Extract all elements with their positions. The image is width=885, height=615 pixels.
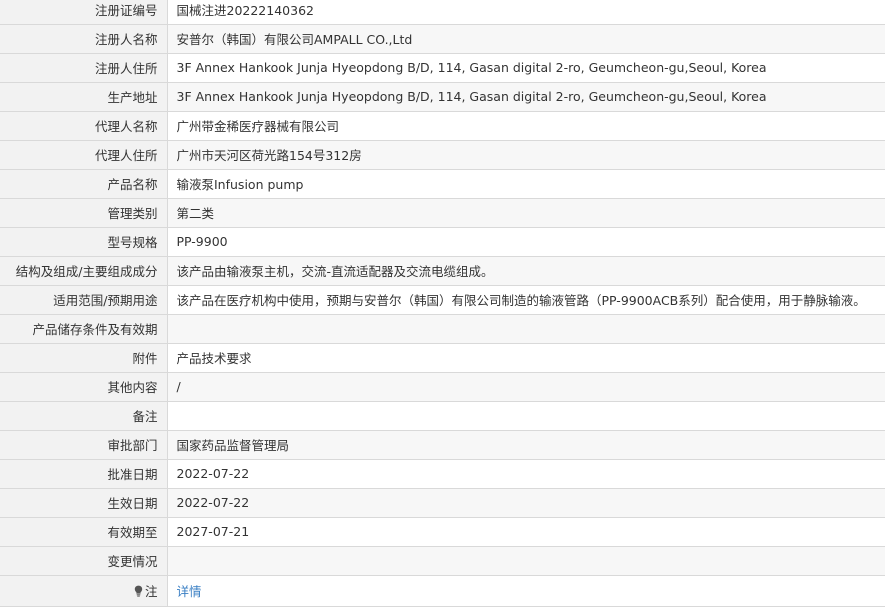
- table-row: 注册证编号 国械注进20222140362: [0, 0, 885, 25]
- field-value: 3F Annex Hankook Junja Hyeopdong B/D, 11…: [167, 82, 885, 112]
- field-label: 有效期至: [0, 517, 168, 547]
- table-row: 管理类别 第二类: [0, 198, 885, 228]
- field-label: 注册人住所: [0, 53, 168, 83]
- lightbulb-icon: [134, 585, 143, 597]
- field-label: 生效日期: [0, 488, 168, 518]
- field-value: /: [167, 372, 885, 402]
- table-row: 代理人名称 广州带金稀医疗器械有限公司: [0, 111, 885, 141]
- note-row: 注 详情: [0, 575, 885, 607]
- table-row: 型号规格 PP-9900: [0, 227, 885, 257]
- field-label: 代理人住所: [0, 140, 168, 170]
- field-value: 该产品在医疗机构中使用，预期与安普尔（韩国）有限公司制造的输液管路（PP-990…: [167, 285, 885, 315]
- field-label: 备注: [0, 401, 168, 431]
- field-value: 2027-07-21: [167, 517, 885, 547]
- field-value: 安普尔（韩国）有限公司AMPALL CO.,Ltd: [167, 24, 885, 54]
- field-value: 广州带金稀医疗器械有限公司: [167, 111, 885, 141]
- field-value: 2022-07-22: [167, 488, 885, 518]
- field-value: 第二类: [167, 198, 885, 228]
- registration-table: 注册证编号 国械注进20222140362 注册人名称 安普尔（韩国）有限公司A…: [0, 0, 885, 607]
- table-row: 适用范围/预期用途 该产品在医疗机构中使用，预期与安普尔（韩国）有限公司制造的输…: [0, 285, 885, 315]
- field-label: 附件: [0, 343, 168, 373]
- field-value: 产品技术要求: [167, 343, 885, 373]
- field-value: [167, 401, 885, 431]
- details-link[interactable]: 详情: [177, 584, 202, 599]
- table-row: 其他内容 /: [0, 372, 885, 402]
- field-label: 变更情况: [0, 546, 168, 576]
- table-row: 结构及组成/主要组成成分 该产品由输液泵主机，交流-直流适配器及交流电缆组成。: [0, 256, 885, 286]
- table-row: 附件 产品技术要求: [0, 343, 885, 373]
- field-label: 审批部门: [0, 430, 168, 460]
- field-label: 生产地址: [0, 82, 168, 112]
- table-row: 生效日期 2022-07-22: [0, 488, 885, 518]
- note-label: 注: [144, 584, 158, 599]
- field-label: 适用范围/预期用途: [0, 285, 168, 315]
- note-value-cell: 详情: [167, 575, 885, 607]
- field-label: 代理人名称: [0, 111, 168, 141]
- note-label-cell: 注: [0, 575, 168, 607]
- field-label: 注册人名称: [0, 24, 168, 54]
- table-row: 备注: [0, 401, 885, 431]
- field-value: PP-9900: [167, 227, 885, 257]
- table-row: 批准日期 2022-07-22: [0, 459, 885, 489]
- field-value: [167, 546, 885, 576]
- field-label: 管理类别: [0, 198, 168, 228]
- field-value: 国械注进20222140362: [167, 0, 885, 25]
- field-value: 该产品由输液泵主机，交流-直流适配器及交流电缆组成。: [167, 256, 885, 286]
- field-label: 注册证编号: [0, 0, 168, 25]
- table-row: 注册人名称 安普尔（韩国）有限公司AMPALL CO.,Ltd: [0, 24, 885, 54]
- field-value: 国家药品监督管理局: [167, 430, 885, 460]
- table-row: 审批部门 国家药品监督管理局: [0, 430, 885, 460]
- table-row: 代理人住所 广州市天河区荷光路154号312房: [0, 140, 885, 170]
- field-value: [167, 314, 885, 344]
- table-row: 有效期至 2027-07-21: [0, 517, 885, 547]
- table-row: 生产地址 3F Annex Hankook Junja Hyeopdong B/…: [0, 82, 885, 112]
- table-row: 产品名称 输液泵Infusion pump: [0, 169, 885, 199]
- field-value: 广州市天河区荷光路154号312房: [167, 140, 885, 170]
- field-value: 3F Annex Hankook Junja Hyeopdong B/D, 11…: [167, 53, 885, 83]
- field-label: 其他内容: [0, 372, 168, 402]
- field-value: 输液泵Infusion pump: [167, 169, 885, 199]
- field-label: 批准日期: [0, 459, 168, 489]
- field-label: 产品储存条件及有效期: [0, 314, 168, 344]
- field-label: 结构及组成/主要组成成分: [0, 256, 168, 286]
- field-label: 产品名称: [0, 169, 168, 199]
- table-row: 变更情况: [0, 546, 885, 576]
- table-row: 注册人住所 3F Annex Hankook Junja Hyeopdong B…: [0, 53, 885, 83]
- table-row: 产品储存条件及有效期: [0, 314, 885, 344]
- field-label: 型号规格: [0, 227, 168, 257]
- field-value: 2022-07-22: [167, 459, 885, 489]
